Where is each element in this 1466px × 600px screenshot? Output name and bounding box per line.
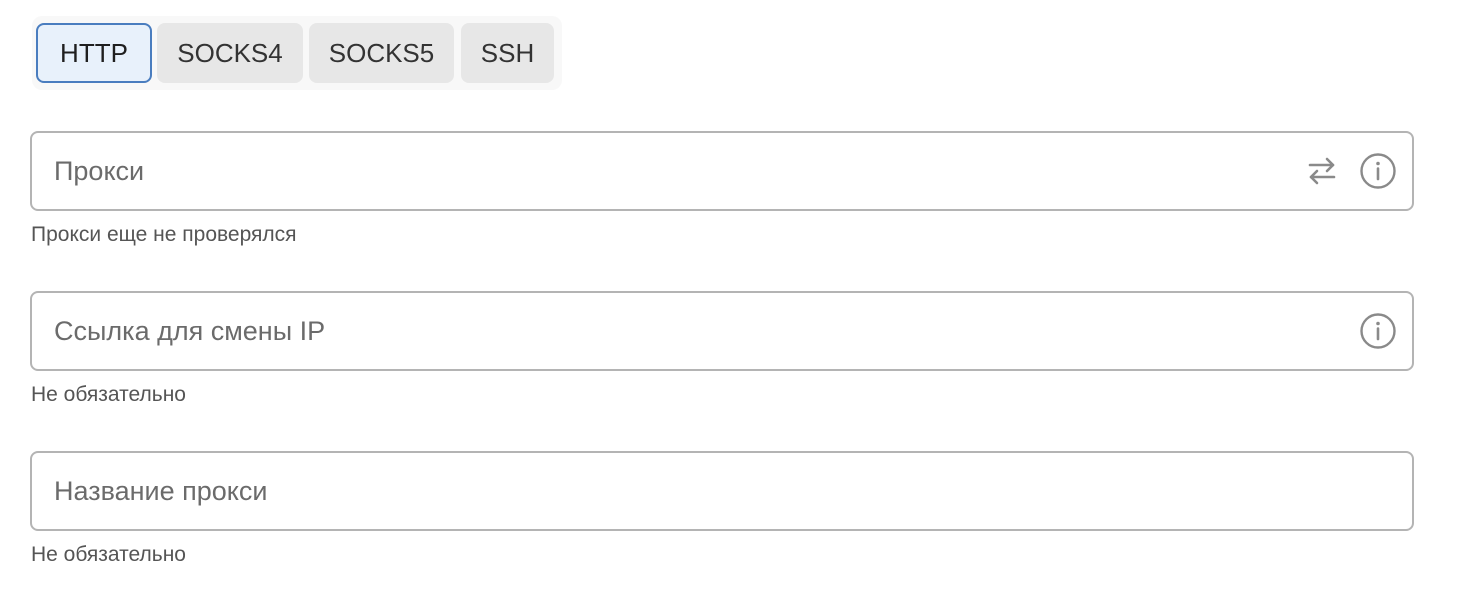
proxy-name-input[interactable] [54, 453, 1254, 529]
proxy-name-field [30, 451, 1414, 531]
tab-socks5[interactable]: SOCKS5 [309, 23, 454, 83]
info-icon[interactable] [1359, 312, 1397, 350]
swap-arrows-icon[interactable] [1303, 152, 1341, 190]
tab-ssh[interactable]: SSH [461, 23, 554, 83]
info-icon[interactable] [1359, 152, 1397, 190]
proxy-type-switcher: HTTP SOCKS4 SOCKS5 SSH [32, 16, 562, 90]
proxy-hint: Прокси еще не проверялся [31, 223, 297, 246]
ip-change-link-field [30, 291, 1414, 371]
proxy-name-hint: Не обязательно [31, 543, 186, 566]
proxy-input[interactable] [54, 133, 1254, 209]
ip-change-link-input[interactable] [54, 293, 1254, 369]
ip-change-link-hint: Не обязательно [31, 383, 186, 406]
tab-socks4[interactable]: SOCKS4 [157, 23, 303, 83]
proxy-field [30, 131, 1414, 211]
tab-http[interactable]: HTTP [36, 23, 152, 83]
